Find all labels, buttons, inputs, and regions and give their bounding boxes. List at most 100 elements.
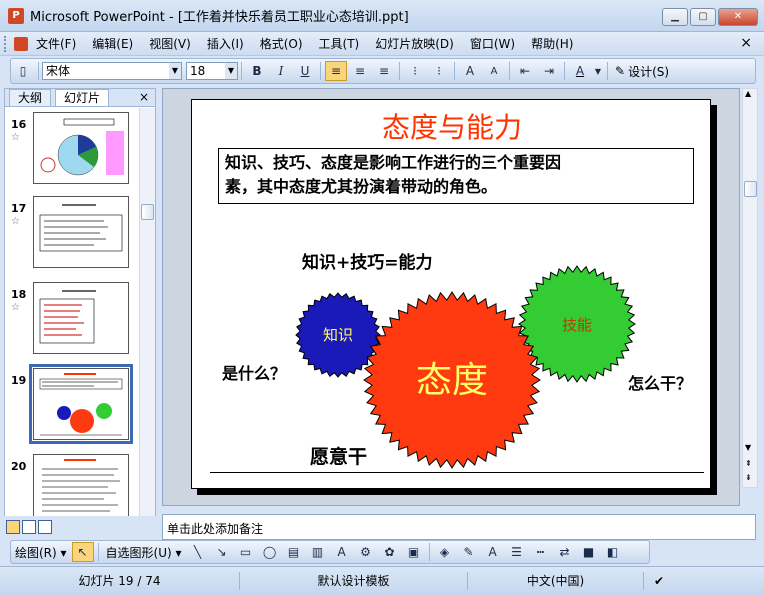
select-pointer-icon[interactable]: ↖ [71,542,94,562]
slide-20-preview [42,459,120,512]
diagram-icon[interactable]: ⚙ [355,542,377,562]
tab-outline[interactable]: 大纲 [9,89,52,106]
bold-button[interactable]: B [246,61,268,81]
picture-icon[interactable]: ▣ [403,542,425,562]
font-size-select[interactable]: 18 ▼ [186,62,238,80]
skill-gear[interactable]: 技能 [518,265,636,383]
menu-file[interactable]: 文件(F) [28,33,84,55]
document-icon[interactable] [14,36,28,51]
slide-number: 18 [11,288,27,301]
notes-placeholder: 单击此处添加备注 [167,522,264,536]
chevron-down-icon[interactable]: ▼ [593,61,603,81]
slide-number: 20 [11,460,27,473]
slides-panel: 大纲 幻灯片 × 16 ☆ 17 ☆ 18 ☆ 19 20 [4,88,156,516]
language-indicator[interactable]: 中文(中国) [468,572,644,590]
increase-font-icon[interactable]: A [459,61,481,81]
design-template[interactable]: 默认设计模板 [240,572,468,590]
how-text[interactable]: 怎么干？ [628,370,692,394]
knowledge-gear[interactable]: 知识 [295,292,381,378]
slide-sorter-view-icon[interactable] [22,520,36,534]
scrollbar-thumb[interactable] [744,181,757,197]
3d-icon[interactable]: ◧ [602,542,624,562]
font-name-select[interactable]: 宋体 ▼ [42,62,182,80]
new-document-icon[interactable]: ▯ [12,61,34,81]
font-color-icon[interactable]: A [569,61,591,81]
align-left-icon[interactable]: ≡ [325,61,347,81]
wordart-icon[interactable]: A [331,542,353,562]
menu-slideshow[interactable]: 幻灯片放映(D) [367,33,462,55]
italic-button[interactable]: I [270,61,292,81]
thumbnails-scrollbar[interactable] [139,108,155,516]
line-style-icon[interactable]: ☰ [506,542,528,562]
gear-label: 知识 [323,326,353,344]
menu-view[interactable]: 视图(V) [141,33,199,55]
what-text[interactable]: 是什么？ [222,360,286,384]
slide-thumbnail-17[interactable] [33,196,129,268]
align-center-icon[interactable]: ≡ [349,61,371,81]
slide-thumbnail-19[interactable] [29,364,133,444]
gear-label: 技能 [562,316,592,334]
previous-slide-icon[interactable]: ⇞ [745,459,752,468]
menu-format[interactable]: 格式(O) [252,33,311,55]
slide-number: 17 [11,202,27,215]
slide-scrollbar[interactable]: ▲ ▼ ⇞ ⇟ [742,88,758,488]
menu-window[interactable]: 窗口(W) [462,33,523,55]
numbered-list-icon[interactable]: ⁝ [404,61,426,81]
autoshapes-button[interactable]: 自选图形(U) ▾ [102,544,186,561]
rectangle-icon[interactable]: ▭ [235,542,257,562]
menu-tools[interactable]: 工具(T) [311,33,368,55]
notes-pane[interactable]: 单击此处添加备注 [162,514,756,540]
decrease-font-icon[interactable]: A [483,61,505,81]
slideshow-view-icon[interactable] [38,520,52,534]
arrow-style-icon[interactable]: ⇄ [554,542,576,562]
attitude-gear[interactable]: 态度 [363,291,541,469]
animation-star-icon: ☆ [11,132,20,143]
dash-style-icon[interactable]: ┅ [530,542,552,562]
animation-star-icon: ☆ [11,216,20,227]
slide-thumbnail-18[interactable] [33,282,129,354]
normal-view-icon[interactable] [6,520,20,534]
menu-help[interactable]: 帮助(H) [523,33,581,55]
status-bar: 幻灯片 19 / 74 默认设计模板 中文(中国) ✔ [0,566,764,595]
font-color-icon[interactable]: A [482,542,504,562]
close-icon[interactable]: × [139,90,149,104]
decrease-indent-icon[interactable]: ⇤ [514,61,536,81]
close-button[interactable]: ✕ [718,8,758,26]
arrow-icon[interactable]: ↘ [211,542,233,562]
line-color-icon[interactable]: ✎ [458,542,480,562]
design-label: 设计(S) [628,64,670,79]
textbox-icon[interactable]: ▤ [283,542,305,562]
scroll-up-icon[interactable]: ▲ [745,89,751,98]
fill-color-icon[interactable]: ◈ [434,542,456,562]
scrollbar-thumb[interactable] [141,204,154,220]
shadow-icon[interactable]: ■ [578,542,600,562]
menu-grip-icon[interactable] [4,35,8,52]
underline-button[interactable]: U [294,61,316,81]
menu-insert[interactable]: 插入(I) [199,33,252,55]
slide-thumbnail-16[interactable] [33,112,129,184]
increase-indent-icon[interactable]: ⇥ [538,61,560,81]
tab-slides[interactable]: 幻灯片 [55,89,110,106]
clipart-icon[interactable]: ✿ [379,542,401,562]
menu-edit[interactable]: 编辑(E) [84,33,141,55]
divider-line [210,472,704,473]
align-right-icon[interactable]: ≡ [373,61,395,81]
maximize-button[interactable]: ▢ [690,8,716,26]
scroll-down-icon[interactable]: ▼ [745,443,751,452]
willing-text[interactable]: 愿意干 [310,442,367,469]
document-close-icon[interactable]: × [740,35,752,51]
oval-icon[interactable]: ◯ [259,542,281,562]
spell-check-icon[interactable]: ✔ [644,574,674,588]
line-icon[interactable]: ╲ [187,542,209,562]
next-slide-icon[interactable]: ⇟ [745,473,752,482]
draw-menu-button[interactable]: 绘图(R) ▾ [11,544,71,561]
slide-thumbnail-20[interactable] [33,454,129,516]
draw-label: 绘图(R) [15,545,57,560]
bullet-list-icon[interactable]: ⁝ [428,61,450,81]
vertical-textbox-icon[interactable]: ▥ [307,542,329,562]
current-slide[interactable]: 态度与能力 知识、技巧、态度是影响工作进行的三个重要因 素，其中态度尤其扮演着带… [191,99,711,489]
design-button[interactable]: ✎ 设计(S) [611,63,673,80]
slide-17-preview [39,204,123,252]
font-name-value: 宋体 [46,64,71,78]
minimize-button[interactable]: ▁ [662,8,688,26]
